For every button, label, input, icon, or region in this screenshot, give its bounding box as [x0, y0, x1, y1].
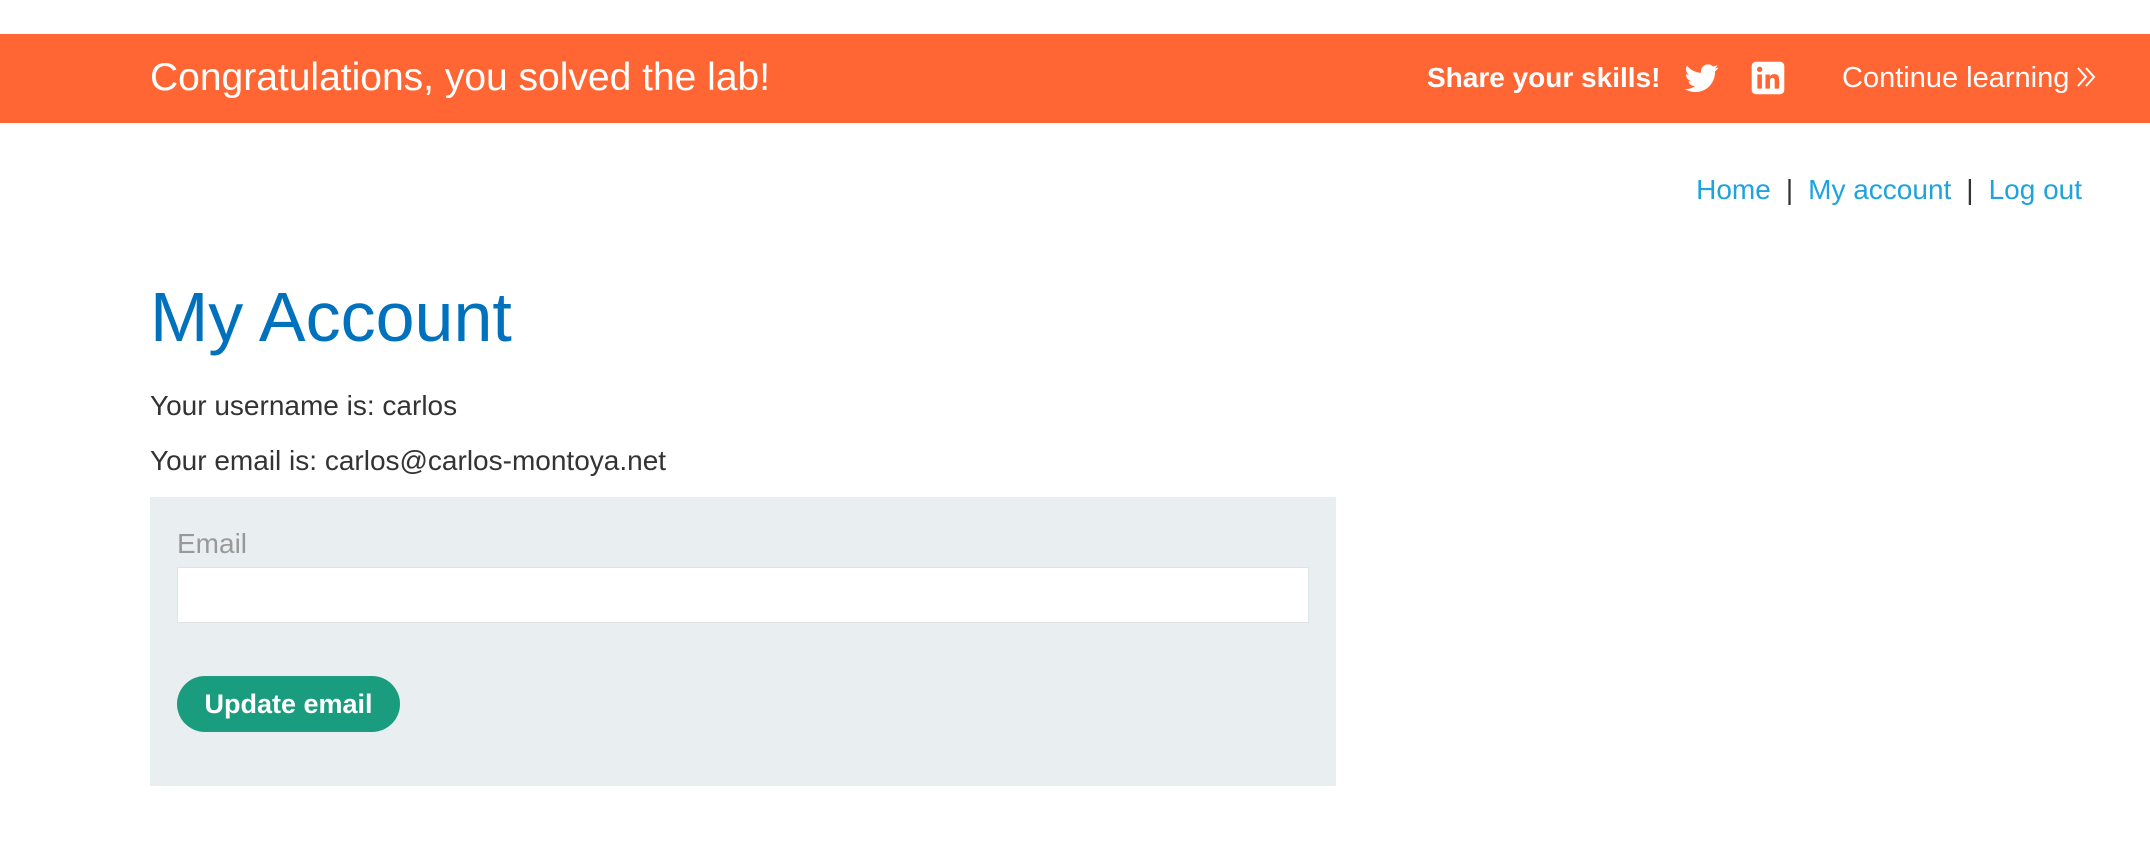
email-label: Email [177, 528, 248, 559]
twitter-icon[interactable] [1685, 61, 1719, 95]
top-navigation: Home | My account | Log out [1696, 170, 2082, 210]
linkedin-icon[interactable] [1751, 61, 1785, 95]
banner-title: Congratulations, you solved the lab! [150, 56, 771, 99]
share-label: Share your skills! [1427, 62, 1661, 93]
nav-separator: | [1785, 174, 1794, 205]
update-email-button[interactable]: Update email [177, 676, 400, 732]
email-input[interactable] [177, 567, 1309, 623]
continue-learning-link[interactable]: Continue learning [1842, 59, 2097, 97]
chevron-double-right-icon [2077, 67, 2096, 87]
change-email-form: Email Update email [150, 497, 1336, 786]
page-title: My Account [150, 278, 512, 356]
username-text: Your username is: carlos [150, 390, 458, 421]
nav-separator: | [1966, 174, 1974, 205]
continue-learning-label: Continue learning [1842, 62, 2070, 94]
nav-home-link[interactable]: Home [1696, 174, 1771, 205]
nav-log-out-link[interactable]: Log out [1989, 174, 2082, 205]
lab-solved-banner: Congratulations, you solved the lab! Sha… [0, 34, 2150, 123]
nav-my-account-link[interactable]: My account [1808, 174, 1951, 205]
email-text: Your email is: carlos@carlos-montoya.net [150, 445, 667, 476]
